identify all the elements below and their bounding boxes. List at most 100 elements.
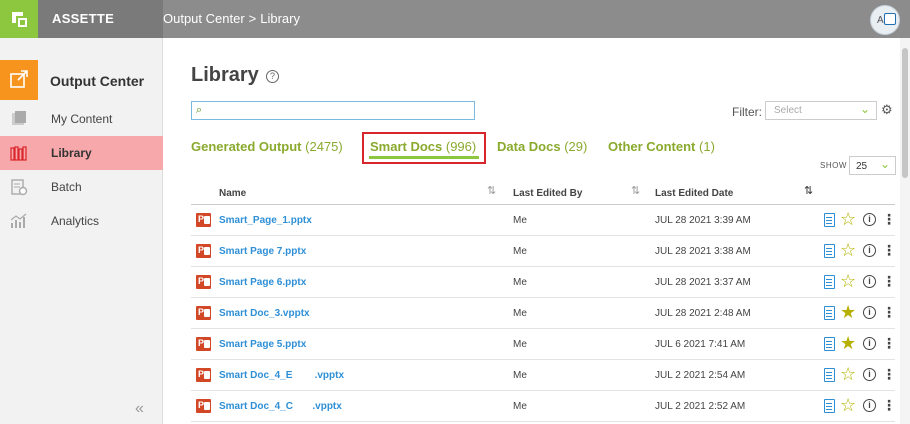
file-name-link[interactable]: Smart Page 6.pptx <box>219 277 306 288</box>
vertical-scrollbar[interactable] <box>900 38 910 424</box>
file-name-link[interactable]: Smart Page 7.pptx <box>219 246 306 257</box>
info-icon[interactable]: i <box>863 337 876 350</box>
page-title: Library <box>191 64 259 86</box>
star-outline-icon[interactable]: ☆ <box>840 271 856 291</box>
show-label: SHOW <box>820 161 847 170</box>
sidebar-item-library[interactable]: Library <box>0 136 163 170</box>
table-row[interactable]: Smart Doc_4_C .vpptx Me JUL 2 2021 2:52 … <box>191 391 896 422</box>
breadcrumb-current: Library <box>260 11 300 26</box>
table-row[interactable]: Smart Page 5.pptx Me JUL 6 2021 7:41 AM … <box>191 329 896 360</box>
filter-select[interactable]: Select ⌄ <box>765 101 877 120</box>
breadcrumb-parent[interactable]: Output Center <box>163 11 245 26</box>
file-name-link[interactable]: Smart Doc_3.vpptx <box>219 308 310 319</box>
info-icon[interactable]: i <box>863 244 876 257</box>
column-header-name[interactable]: Name <box>219 188 246 199</box>
page-size-value: 25 <box>856 161 868 172</box>
star-filled-icon[interactable]: ★ <box>840 333 856 353</box>
star-filled-icon[interactable]: ★ <box>840 302 856 322</box>
more-options-icon[interactable]: ⋮ <box>882 335 896 352</box>
search-input[interactable] <box>210 103 472 118</box>
help-icon[interactable]: ? <box>266 70 279 83</box>
last-edited-date: JUL 28 2021 2:48 AM <box>655 308 751 319</box>
powerpoint-file-icon <box>196 337 211 351</box>
sidebar: Output Center My Content Library Batch A… <box>0 38 163 424</box>
search-icon: ⌕ <box>196 104 203 116</box>
column-header-last-edited-date[interactable]: Last Edited Date <box>655 188 733 199</box>
tab-label: Other Content <box>608 139 696 154</box>
tab-count: (1) <box>699 139 715 154</box>
filter-label: Filter: <box>732 105 762 119</box>
info-icon[interactable]: i <box>863 399 876 412</box>
my-content-icon <box>12 111 26 125</box>
last-edited-by: Me <box>513 308 527 319</box>
file-name-link[interactable]: Smart_Page_1.pptx <box>219 215 312 226</box>
star-outline-icon[interactable]: ☆ <box>840 209 856 229</box>
info-icon[interactable]: i <box>863 368 876 381</box>
document-icon[interactable] <box>824 306 835 320</box>
sort-icon[interactable]: ⇅ <box>487 184 496 197</box>
table-row[interactable]: Smart Doc_4_E .vpptx Me JUL 2 2021 2:54 … <box>191 360 896 391</box>
tab-label: Smart Docs <box>370 139 443 154</box>
app-logo[interactable] <box>0 0 38 38</box>
table-row[interactable]: Smart Doc_3.vpptx Me JUL 28 2021 2:48 AM… <box>191 298 896 329</box>
info-icon[interactable]: i <box>863 306 876 319</box>
more-options-icon[interactable]: ⋮ <box>882 273 896 290</box>
search-box: ⌕ <box>191 101 475 120</box>
powerpoint-file-icon <box>196 368 211 382</box>
tab-count: (996) <box>445 139 477 154</box>
more-options-icon[interactable]: ⋮ <box>882 304 896 321</box>
last-edited-date: JUL 2 2021 2:54 AM <box>655 370 746 381</box>
library-icon <box>10 146 27 161</box>
tab-smart-docs[interactable]: Smart Docs (996) <box>370 139 476 154</box>
gear-icon[interactable]: ⚙ <box>881 102 893 118</box>
page-size-select[interactable]: 25 ⌄ <box>849 156 896 175</box>
tab-count: (2475) <box>305 139 343 154</box>
document-icon[interactable] <box>824 244 835 258</box>
document-icon[interactable] <box>824 275 835 289</box>
more-options-icon[interactable]: ⋮ <box>882 366 896 383</box>
file-name-link[interactable]: Smart Doc_4_E .vpptx <box>219 370 344 381</box>
tab-other-content[interactable]: Other Content (1) <box>608 139 715 154</box>
sidebar-item-analytics[interactable]: Analytics <box>0 204 163 238</box>
analytics-icon <box>10 213 27 228</box>
last-edited-date: JUL 28 2021 3:37 AM <box>655 277 751 288</box>
document-icon[interactable] <box>824 213 835 227</box>
sidebar-item-batch[interactable]: Batch <box>0 170 163 204</box>
scrollbar-thumb[interactable] <box>902 48 908 178</box>
more-options-icon[interactable]: ⋮ <box>882 242 896 259</box>
sidebar-item-label: Library <box>51 146 92 160</box>
tab-generated-output[interactable]: Generated Output (2475) <box>191 139 343 154</box>
info-icon[interactable]: i <box>863 275 876 288</box>
document-icon[interactable] <box>824 399 835 413</box>
table-row[interactable]: Smart Page 6.pptx Me JUL 28 2021 3:37 AM… <box>191 267 896 298</box>
more-options-icon[interactable]: ⋮ <box>882 397 896 414</box>
sort-icon[interactable]: ⇅ <box>631 184 640 197</box>
file-name-link[interactable]: Smart Page 5.pptx <box>219 339 306 350</box>
chevron-down-icon: ⌄ <box>879 157 890 171</box>
star-outline-icon[interactable]: ☆ <box>840 364 856 384</box>
last-edited-by: Me <box>513 339 527 350</box>
tab-data-docs[interactable]: Data Docs (29) <box>497 139 587 154</box>
last-edited-date: JUL 28 2021 3:38 AM <box>655 246 751 257</box>
document-icon[interactable] <box>824 368 835 382</box>
collapse-sidebar-icon[interactable]: « <box>135 400 144 418</box>
column-header-last-edited-by[interactable]: Last Edited By <box>513 188 582 199</box>
screen-capture-icon <box>884 13 896 25</box>
table-row[interactable]: Smart_Page_1.pptx Me JUL 28 2021 3:39 AM… <box>191 205 896 236</box>
star-outline-icon[interactable]: ☆ <box>840 395 856 415</box>
sidebar-section-output-center[interactable]: Output Center <box>0 60 163 100</box>
document-icon[interactable] <box>824 337 835 351</box>
more-options-icon[interactable]: ⋮ <box>882 211 896 228</box>
info-icon[interactable]: i <box>863 213 876 226</box>
last-edited-by: Me <box>513 215 527 226</box>
powerpoint-file-icon <box>196 399 211 413</box>
last-edited-by: Me <box>513 401 527 412</box>
sort-desc-icon[interactable]: ⇅ <box>804 184 813 197</box>
star-outline-icon[interactable]: ☆ <box>840 240 856 260</box>
file-name-link[interactable]: Smart Doc_4_C .vpptx <box>219 401 342 412</box>
sidebar-item-my-content[interactable]: My Content <box>0 102 163 136</box>
filter-placeholder: Select <box>774 105 802 116</box>
table-row[interactable]: Smart Page 7.pptx Me JUL 28 2021 3:38 AM… <box>191 236 896 267</box>
sidebar-section-title: Output Center <box>50 73 145 89</box>
avatar[interactable]: A <box>870 5 900 35</box>
